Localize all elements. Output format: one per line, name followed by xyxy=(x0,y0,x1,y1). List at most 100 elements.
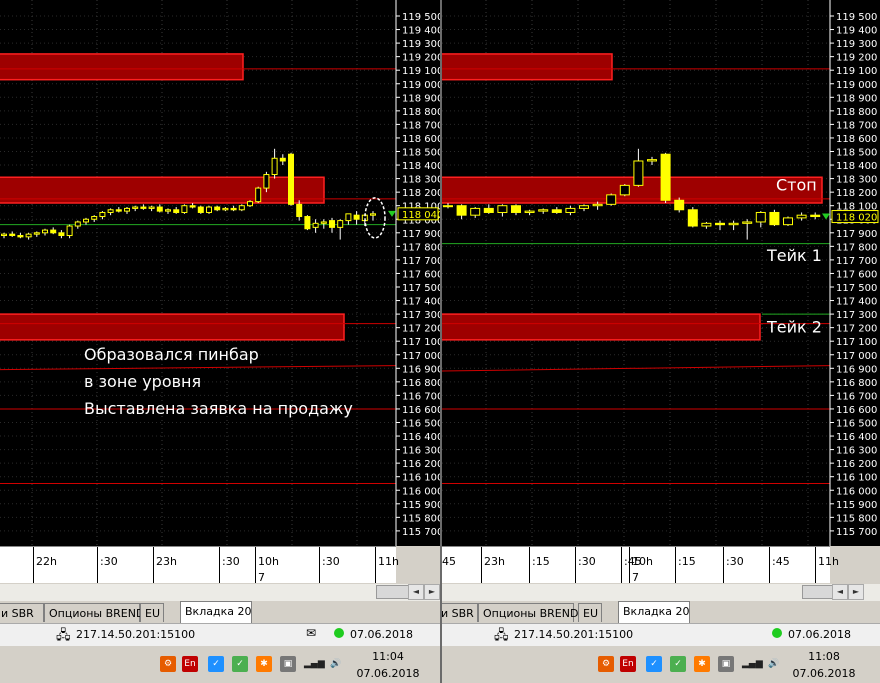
time-tick-label: :30 xyxy=(726,555,744,568)
candle-body xyxy=(74,221,81,227)
current-price-label: 118 040 xyxy=(402,210,440,221)
candle-body xyxy=(783,217,793,226)
signal-icon[interactable]: ▂▄▆ xyxy=(742,656,763,672)
language-indicator[interactable]: En xyxy=(182,656,198,672)
clock-time[interactable]: 11:08 xyxy=(792,650,856,663)
antivirus-icon[interactable]: ✓ xyxy=(670,656,686,672)
candle-body xyxy=(214,206,221,211)
time-tick-label: 10h xyxy=(632,555,653,568)
scroll-left-icon[interactable]: ◄ xyxy=(408,584,424,600)
level-zone xyxy=(0,53,244,81)
candle-body xyxy=(511,205,521,213)
candle-body xyxy=(156,206,163,212)
time-tick-label: 45 xyxy=(442,555,456,568)
price-tick-label: 117 100 xyxy=(836,337,877,348)
device-icon[interactable]: ▣ xyxy=(280,656,296,672)
price-tick-label: 118 900 xyxy=(836,93,877,104)
clock-time[interactable]: 11:04 xyxy=(356,650,420,663)
left-status-bar: 🖧 217.14.50.201:15100 ✉ 07.06.2018 xyxy=(0,623,440,646)
time-tick-label: :15 xyxy=(678,555,696,568)
candle-body xyxy=(33,232,40,235)
price-tick-label: 115 800 xyxy=(836,513,877,524)
network-icon: 🖧 xyxy=(494,628,509,643)
left-chart[interactable]: 119 500 119 400 119 300 119 200 119 100 119 0… xyxy=(0,0,440,546)
candle-body xyxy=(524,210,535,213)
time-tick xyxy=(153,547,154,583)
right-taskbar: ⚙ En ✓ ✓ ✱ ▣ ▂▄▆ 🔊 11:08 07.06.2018 xyxy=(442,646,880,683)
candle-body xyxy=(456,205,467,216)
volume-icon[interactable]: 🔊 xyxy=(328,656,344,672)
time-tick-label: 22h xyxy=(36,555,57,568)
price-tick-label: 118 600 xyxy=(836,134,877,145)
avast-icon[interactable]: ✱ xyxy=(256,656,272,672)
price-tick-label: 118 300 xyxy=(836,175,877,186)
price-tick-label: 117 700 xyxy=(836,256,877,267)
left-tab-bar: и SBR Опционы BREND EU Вкладка 20 xyxy=(0,601,440,623)
candle-body xyxy=(551,209,562,213)
price-tick-label: 115 900 xyxy=(836,500,877,511)
price-tick-label: 117 500 xyxy=(836,283,877,294)
security-shield-icon[interactable]: ✓ xyxy=(208,656,224,672)
connection-status-icon xyxy=(772,628,782,638)
clock-date[interactable]: 07.06.2018 xyxy=(356,667,420,680)
day-label: 7 xyxy=(632,571,639,584)
candle-body xyxy=(483,207,494,213)
price-tick-label: 116 400 xyxy=(836,432,877,443)
candle-body xyxy=(353,214,360,220)
avast-icon[interactable]: ✱ xyxy=(694,656,710,672)
tab-vkladka-20[interactable]: Вкладка 20 xyxy=(618,601,690,623)
device-icon[interactable]: ▣ xyxy=(718,656,734,672)
tab-options-brend[interactable]: Опционы BREND xyxy=(44,603,144,622)
right-chart[interactable]: 119 500 119 400 119 300 119 200 119 100 119 0… xyxy=(442,0,880,546)
scroll-right-icon[interactable]: ► xyxy=(848,584,864,600)
volume-icon[interactable]: 🔊 xyxy=(766,656,782,672)
right-hscroll[interactable]: ◄ ► xyxy=(442,584,880,601)
antivirus-icon[interactable]: ✓ xyxy=(232,656,248,672)
price-tick-label: 118 900 xyxy=(402,93,440,104)
left-window: 119 500 119 400 119 300 119 200 119 100 119 0… xyxy=(0,0,440,683)
price-tick-label: 117 200 xyxy=(402,324,440,335)
price-tick-label: 118 700 xyxy=(402,120,440,131)
price-tick-label: 115 700 xyxy=(836,527,877,538)
tab-eu[interactable]: EU xyxy=(578,603,602,622)
scroll-right-icon[interactable]: ► xyxy=(424,584,440,600)
left-chart-svg: 119 500 119 400 119 300 119 200 119 100 119 0… xyxy=(0,0,440,546)
candle-body xyxy=(99,211,106,218)
price-tick-label: 117 900 xyxy=(836,229,877,240)
app-tray-icon[interactable]: ⚙ xyxy=(598,656,614,672)
candle-body xyxy=(115,209,122,212)
price-tick-label: 119 200 xyxy=(836,53,877,64)
candle-body xyxy=(279,157,286,162)
candle-body xyxy=(701,222,712,227)
scroll-left-icon[interactable]: ◄ xyxy=(832,584,848,600)
price-tick-label: 118 700 xyxy=(836,120,877,131)
candle-body xyxy=(312,222,319,228)
tab-eu[interactable]: EU xyxy=(140,603,164,622)
mail-icon[interactable]: ✉ xyxy=(306,626,316,640)
candle-body xyxy=(66,225,73,237)
signal-icon[interactable]: ▂▄▆ xyxy=(304,656,325,672)
clock-date[interactable]: 07.06.2018 xyxy=(792,667,856,680)
tab-options-brend[interactable]: Опционы BREND xyxy=(478,603,578,622)
tab-sbr[interactable]: и SBR xyxy=(442,603,478,622)
price-tick-label: 116 200 xyxy=(836,459,877,470)
candle-body xyxy=(230,207,237,211)
candle-body xyxy=(222,207,229,211)
price-tick-label: 118 400 xyxy=(836,161,877,172)
day-label: 7 xyxy=(258,571,265,584)
candle-body xyxy=(674,199,685,211)
language-indicator[interactable]: En xyxy=(620,656,636,672)
time-tick xyxy=(675,547,676,583)
security-shield-icon[interactable]: ✓ xyxy=(646,656,662,672)
price-tick-label: 116 900 xyxy=(402,364,440,375)
app-tray-icon[interactable]: ⚙ xyxy=(160,656,176,672)
left-hscroll[interactable]: ◄ ► xyxy=(0,584,440,601)
candle-body xyxy=(83,218,89,223)
status-date: 07.06.2018 xyxy=(788,628,851,641)
tab-vkladka-20[interactable]: Вкладка 20 xyxy=(180,601,252,623)
level-zone xyxy=(0,313,345,341)
price-tick-label: 116 800 xyxy=(402,378,440,389)
price-tick-label: 117 700 xyxy=(402,256,440,267)
price-tick-label: 115 700 xyxy=(402,527,440,538)
tab-sbr[interactable]: и SBR xyxy=(0,603,44,622)
